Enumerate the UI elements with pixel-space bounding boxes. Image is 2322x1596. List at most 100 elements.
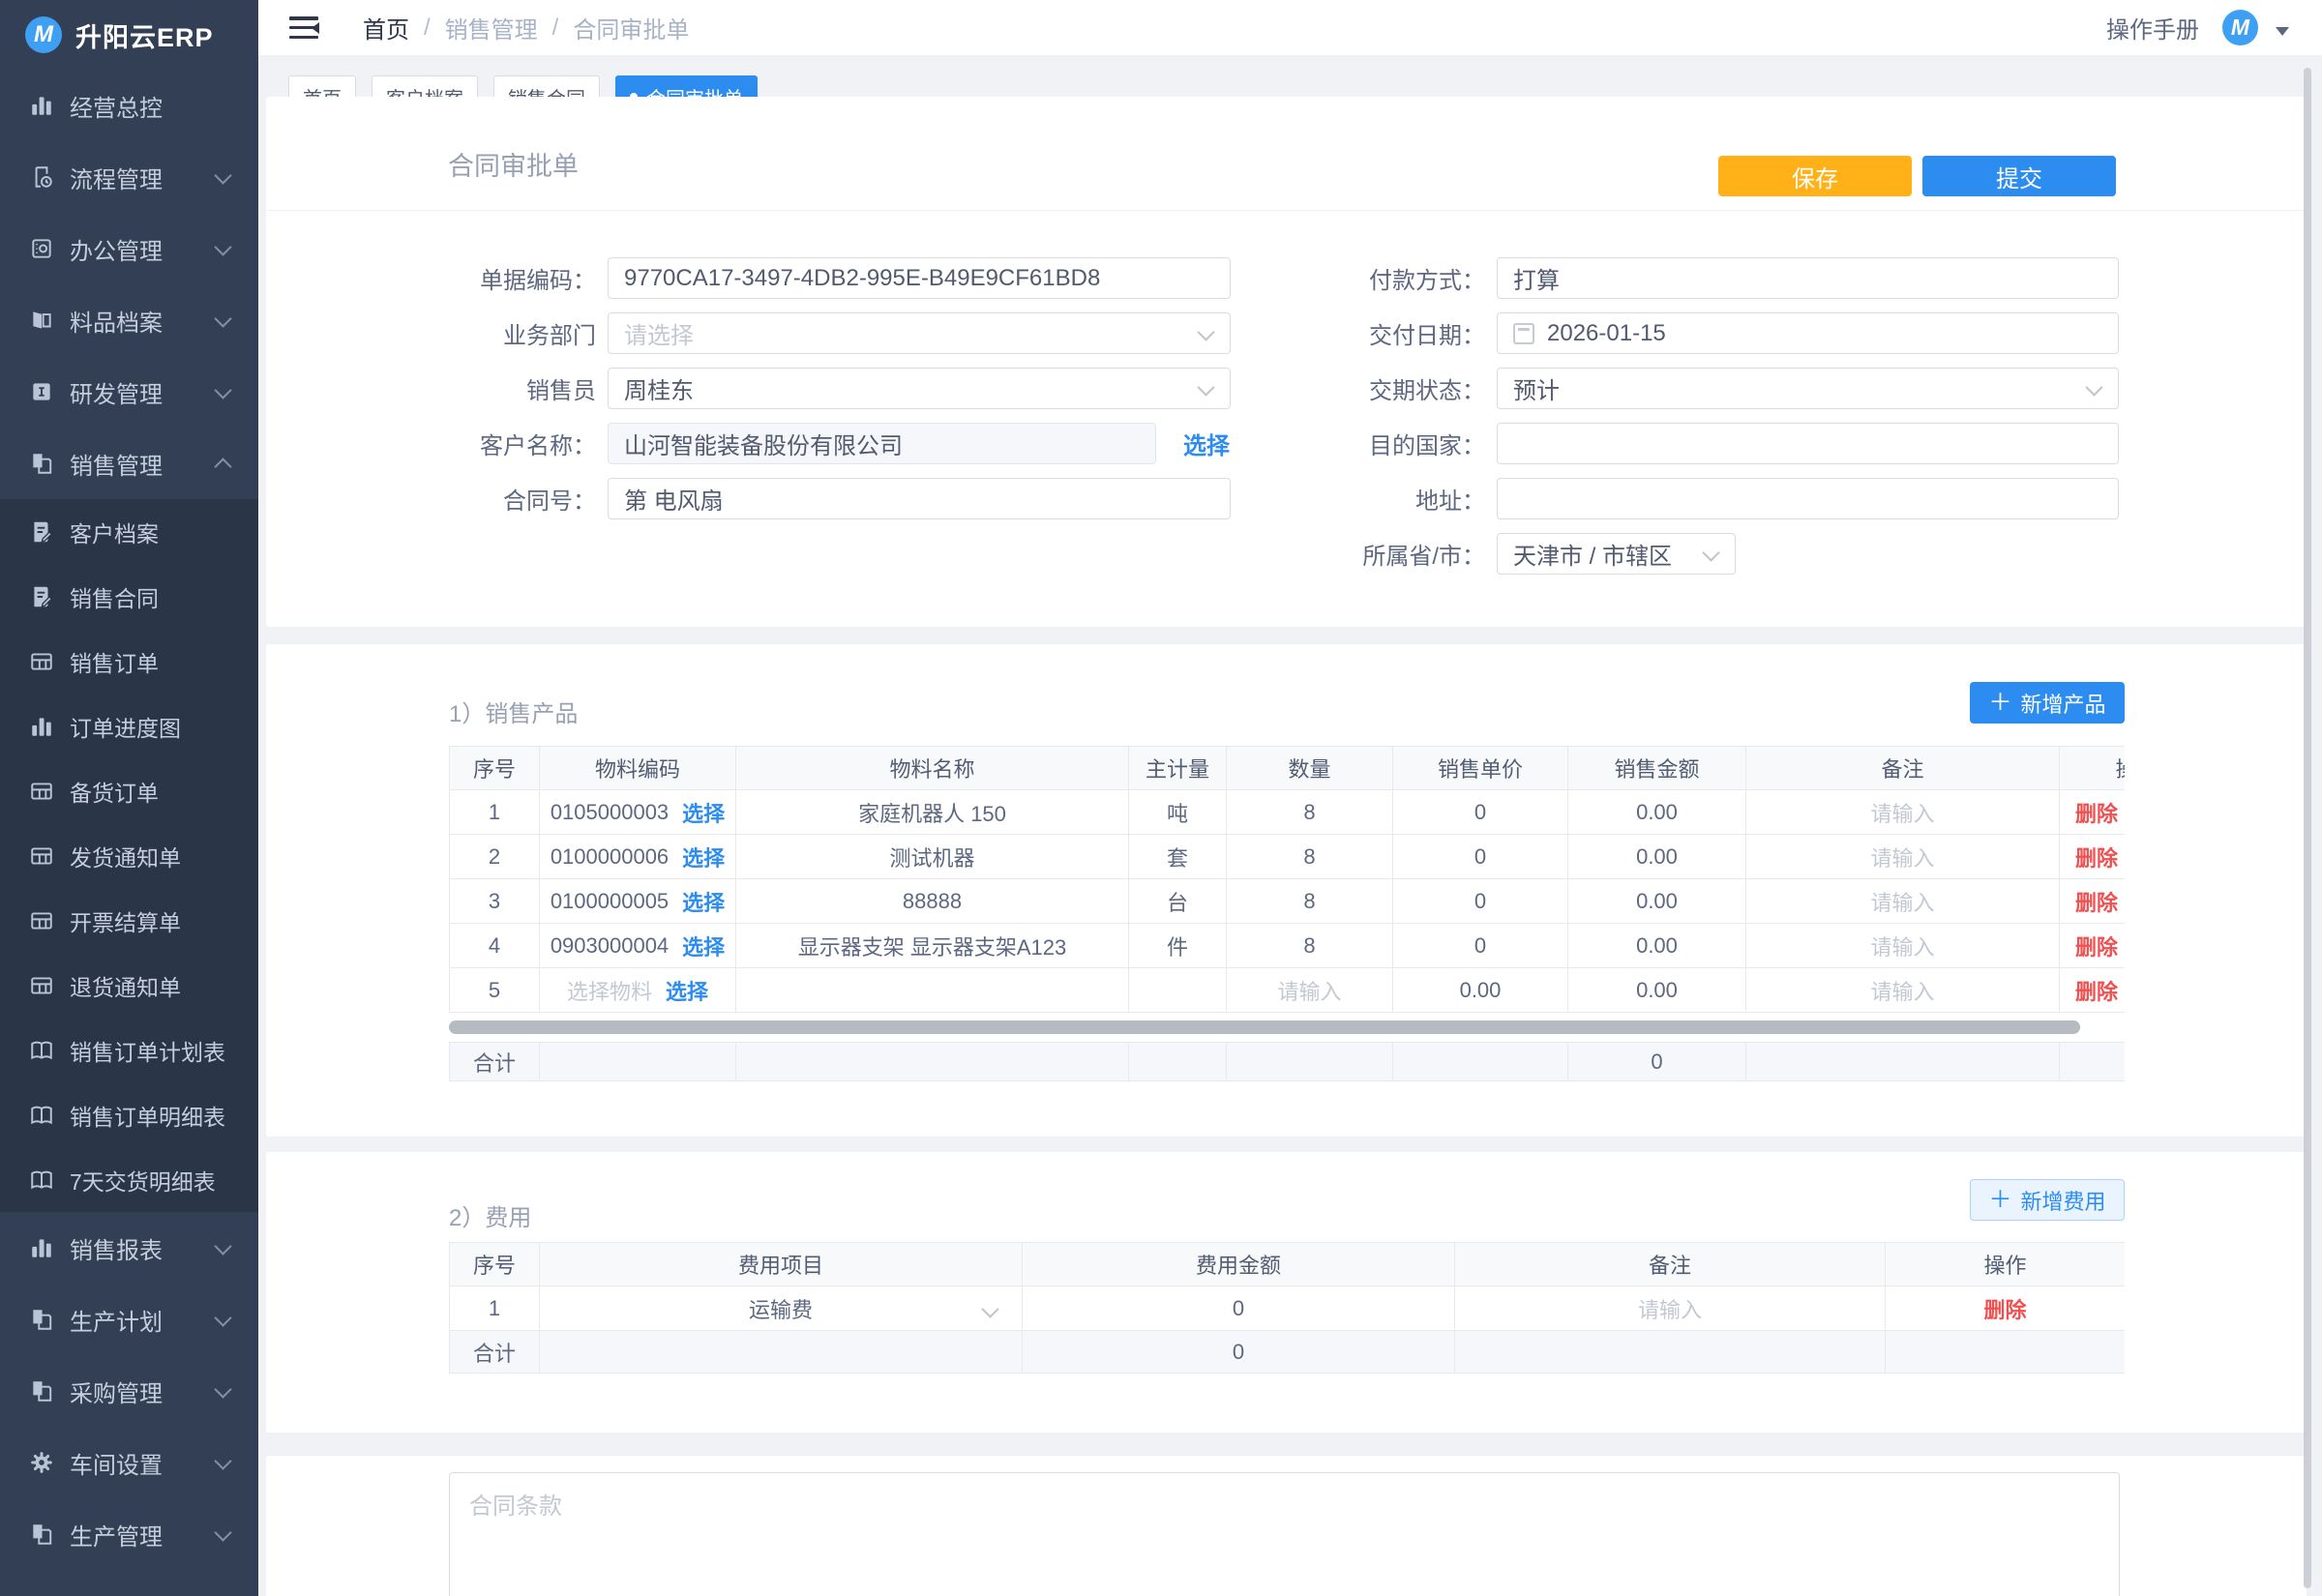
save-button[interactable]: 保存 (1718, 156, 1912, 196)
sidebar-item[interactable]: 订单进度图 (0, 694, 258, 758)
sidebar-item[interactable]: 退货通知单 (0, 953, 258, 1018)
breadcrumb-item[interactable]: 合同审批单 (573, 11, 689, 44)
sidebar-item[interactable]: 生产管理 (0, 1498, 258, 1570)
sidebar-menu: 经营总控流程管理办公管理料品档案研发管理销售管理客户档案销售合同销售订单订单进度… (0, 70, 258, 1596)
cell-quantity[interactable]: 8 (1227, 790, 1393, 835)
add-product-button[interactable]: ＋ 新增产品 (1970, 682, 2125, 724)
sidebar-item[interactable]: 销售报表 (0, 1212, 258, 1284)
cell-quantity[interactable]: 8 (1227, 879, 1393, 924)
vertical-scrollbar[interactable] (2304, 68, 2311, 1588)
sidebar-item[interactable]: 研发管理 (0, 356, 258, 428)
flow-icon (29, 164, 54, 190)
cell-note-input[interactable]: 请输入 (1746, 835, 2060, 879)
note-placeholder: 请输入 (1638, 1293, 1702, 1324)
cell-note-input[interactable]: 请输入 (1746, 968, 2060, 1013)
contract-form-panel: 合同审批单 保存 提交 单据编码：9770CA17-3497-4DB2-995E… (266, 97, 2307, 627)
address-input[interactable] (1497, 478, 2119, 519)
office-icon (29, 236, 54, 261)
grid-icon (29, 843, 54, 869)
column-header: 主计量 (1129, 747, 1227, 790)
cell-unit-price[interactable]: 0 (1393, 835, 1568, 879)
destination-country-input[interactable] (1497, 423, 2119, 464)
material-select-link[interactable]: 选择 (682, 931, 725, 961)
field-value: 2026-01-15 (1547, 320, 1666, 347)
fee-note-input[interactable]: 请输入 (1455, 1286, 1886, 1331)
sidebar-item[interactable]: 7天交货明细表 (0, 1147, 258, 1212)
sidebar-item[interactable]: 开票结算单 (0, 888, 258, 953)
material-select-link[interactable]: 选择 (682, 886, 725, 917)
business-dept-select[interactable]: 请选择 (608, 312, 1231, 354)
sidebar-item[interactable]: 客户档案 (0, 499, 258, 564)
sidebar-item-label: 销售合同 (70, 580, 159, 613)
user-avatar[interactable]: M (2222, 10, 2258, 45)
cell-unit-price[interactable]: 0 (1393, 879, 1568, 924)
breadcrumb-item[interactable]: 首页 (363, 11, 409, 44)
fee-amount-input[interactable]: 0 (1023, 1286, 1455, 1331)
collapse-menu-icon[interactable] (289, 16, 318, 39)
horizontal-scrollbar[interactable] (449, 1013, 2125, 1042)
salesperson-select[interactable]: 周桂东 (608, 368, 1231, 409)
pages-icon (29, 451, 54, 476)
sidebar-item[interactable]: 销售合同 (0, 564, 258, 629)
sidebar-item[interactable]: 销售订单明细表 (0, 1082, 258, 1147)
order-code-input[interactable]: 9770CA17-3497-4DB2-995E-B49E9CF61BD8 (608, 257, 1231, 299)
total-cell (1886, 1331, 2125, 1374)
field-value: 预计 (1513, 371, 1560, 405)
cell-unit-price[interactable]: 0 (1393, 924, 1568, 968)
breadcrumb-item[interactable]: 销售管理 (445, 11, 538, 44)
delete-row-link[interactable]: 删除 (2075, 975, 2118, 1006)
delete-row-link[interactable]: 删除 (2075, 797, 2118, 828)
payment-method-input[interactable]: 打算 (1497, 257, 2119, 299)
cell-action: 删除 (2060, 924, 2125, 968)
submit-button[interactable]: 提交 (1922, 156, 2116, 196)
horizontal-scrollbar-thumb[interactable] (449, 1020, 2080, 1034)
cell-unit-price[interactable]: 0 (1393, 790, 1568, 835)
sidebar-item[interactable]: 发货通知单 (0, 823, 258, 888)
sidebar-item[interactable]: 办公管理 (0, 213, 258, 284)
delete-row-link[interactable]: 删除 (2075, 931, 2118, 961)
material-select-link[interactable]: 选择 (682, 842, 725, 872)
contract-no-input[interactable]: 第 电风扇 (608, 478, 1231, 519)
grid-icon (29, 908, 54, 933)
customer-name-input[interactable]: 山河智能装备股份有限公司 (608, 423, 1156, 464)
sidebar-item[interactable]: 采购管理 (0, 1355, 258, 1427)
sidebar-item[interactable]: 生产计划 (0, 1284, 258, 1355)
add-fee-button[interactable]: ＋ 新增费用 (1970, 1179, 2125, 1221)
sidebar-item[interactable]: 经营总控 (0, 70, 258, 141)
quantity-value: 请输入 (1277, 975, 1341, 1006)
sidebar-item[interactable]: 备货订单 (0, 758, 258, 823)
chevron-down-icon[interactable] (2276, 27, 2289, 36)
fee-item-select[interactable]: 运输费 (540, 1286, 1023, 1331)
field-label: 业务部门 (433, 316, 596, 350)
sidebar-item[interactable]: 销售订单 (0, 629, 258, 694)
sidebar-item[interactable]: 流程管理 (0, 141, 258, 213)
sidebar-item[interactable]: 料品档案 (0, 284, 258, 356)
customer-select-link[interactable]: 选择 (1183, 427, 1230, 460)
breadcrumb-separator: / (424, 15, 431, 42)
cell-note-input[interactable]: 请输入 (1746, 924, 2060, 968)
material-code-value[interactable]: 选择物料 (567, 975, 652, 1006)
cell-unit-price[interactable]: 0.00 (1393, 968, 1568, 1013)
cell-quantity[interactable]: 8 (1227, 924, 1393, 968)
delete-row-link[interactable]: 删除 (2075, 886, 2118, 917)
delivery-status-select[interactable]: 预计 (1497, 368, 2119, 409)
cell-note-input[interactable]: 请输入 (1746, 879, 2060, 924)
total-label: 合计 (450, 1331, 540, 1374)
material-select-link[interactable]: 选择 (666, 975, 708, 1006)
cell-quantity[interactable]: 请输入 (1227, 968, 1393, 1013)
cell-quantity[interactable]: 8 (1227, 835, 1393, 879)
contract-terms-textarea[interactable]: 合同条款 (449, 1472, 2120, 1596)
sidebar-item[interactable]: 销售订单计划表 (0, 1018, 258, 1082)
province-city-select[interactable]: 天津市 / 市辖区 (1497, 533, 1736, 575)
column-header: 物料名称 (736, 747, 1129, 790)
sidebar-item[interactable]: 销售管理 (0, 428, 258, 499)
material-select-link[interactable]: 选择 (682, 797, 725, 828)
sidebar-item[interactable]: 车间设置 (0, 1427, 258, 1498)
cell-note-input[interactable]: 请输入 (1746, 790, 2060, 835)
delete-row-link[interactable]: 删除 (2075, 842, 2118, 872)
sidebar-item[interactable]: 加工车间 (0, 1570, 258, 1596)
products-table-body: 10105000003选择家庭机器人 150吨800.00请输入删除201000… (449, 790, 2125, 1013)
delivery-date-input[interactable]: 2026-01-15 (1497, 312, 2119, 354)
manual-link[interactable]: 操作手册 (2106, 11, 2199, 44)
delete-fee-link[interactable]: 删除 (1983, 1293, 2026, 1324)
